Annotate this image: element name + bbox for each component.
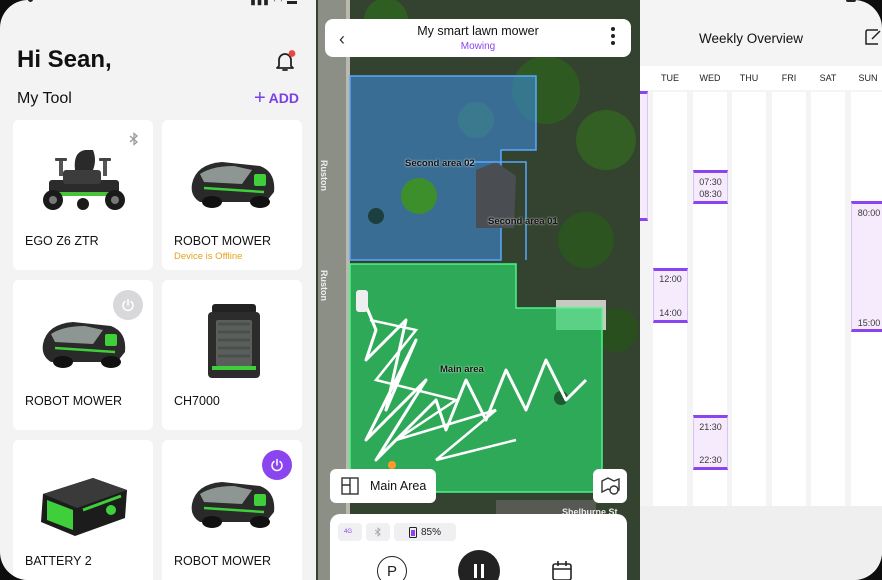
schedule-slot[interactable]: 07:30 08:30	[693, 170, 728, 204]
device-title: My smart lawn mower	[417, 24, 539, 38]
zero-turn-mower-image	[43, 150, 125, 210]
my-tools-screen: ▮▮▮ ◠ ▬ Hi Sean, My Tool + ADD EGO Z6 ZT…	[0, 0, 316, 580]
calendar-footer	[640, 506, 882, 580]
plus-icon: +	[253, 87, 266, 109]
park-button[interactable]: P	[377, 556, 407, 580]
day-label: SUN	[858, 73, 878, 83]
slot-start: 12:00	[659, 274, 682, 284]
signal-label: 4G	[344, 529, 353, 535]
section-title: My Tool	[17, 90, 72, 107]
mowing-status: Mowing	[460, 41, 496, 52]
page-title: Weekly Overview	[698, 31, 804, 46]
robot-mower-image	[191, 482, 275, 528]
status-bar-icons: ▮▮▮ ◠ ▬	[250, 0, 298, 7]
map-header: ‹ My smart lawn mower Mowing	[325, 19, 631, 57]
day-label: FRI	[781, 73, 797, 83]
notification-bell-icon[interactable]	[273, 49, 297, 73]
slot-end: 08:30	[699, 189, 722, 199]
control-panel: 4G 85% P	[330, 514, 627, 580]
more-options-icon[interactable]	[611, 27, 615, 48]
slot-end: 15:00	[857, 318, 881, 328]
zone-label: Second area 02	[405, 158, 475, 169]
schedule-button[interactable]	[548, 556, 578, 580]
tool-card-robot-mower[interactable]: ROBOT MOWER Device is Offline	[162, 120, 302, 270]
slot-end: 22:30	[699, 455, 722, 465]
robot-mower-image	[42, 322, 126, 368]
pause-icon	[474, 564, 484, 578]
add-label: ADD	[268, 90, 299, 106]
bluetooth-chip	[366, 523, 390, 541]
day-column-thu[interactable]	[732, 92, 766, 506]
charger-image	[208, 304, 260, 378]
area-selector-label: Main Area	[370, 479, 427, 493]
day-column-fri[interactable]	[772, 92, 806, 506]
slot-end: 14:00	[659, 308, 682, 318]
area-selector-button[interactable]: Main Area	[330, 469, 436, 503]
pause-button[interactable]	[458, 550, 500, 580]
battery-icon	[408, 527, 417, 538]
day-label: THU	[739, 73, 759, 83]
tool-name: ROBOT MOWER	[174, 554, 271, 568]
tool-name: ROBOT MOWER	[25, 394, 122, 408]
greeting: Hi Sean,	[17, 46, 112, 73]
schedule-slot[interactable]: 12:00 14:00	[653, 268, 688, 323]
street-label: Ruston	[319, 270, 329, 301]
battery-chip: 85%	[394, 523, 456, 541]
robot-mower-image	[191, 162, 275, 208]
status-bar-icons	[846, 0, 856, 2]
battery-image	[41, 478, 127, 536]
tool-name: EGO Z6 ZTR	[25, 234, 99, 248]
mower-map-screen: Second area 02 Second area 01 Main area …	[316, 0, 640, 580]
status-dot	[28, 0, 33, 2]
tool-card-robot-mower[interactable]: ROBOT MOWER	[13, 280, 153, 430]
tool-name: ROBOT MOWER	[174, 234, 271, 248]
edit-icon[interactable]	[864, 28, 882, 46]
signal-chip: 4G	[338, 523, 362, 541]
day-label: SAT	[819, 73, 837, 83]
tool-card-ego-z6-ztr[interactable]: EGO Z6 ZTR	[13, 120, 153, 270]
tool-card-robot-mower[interactable]: ROBOT MOWER	[162, 440, 302, 580]
day-label: TUE	[661, 73, 679, 83]
battery-level: 85%	[420, 526, 441, 538]
park-icon: P	[386, 562, 397, 580]
day-label: WED	[699, 73, 721, 83]
schedule-slot[interactable]: 21:30 22:30	[693, 415, 728, 470]
street-label: Ruston	[319, 160, 329, 191]
schedule-slot[interactable]: 80:00 15:00	[851, 201, 882, 332]
add-tool-button[interactable]: + ADD	[253, 87, 299, 109]
map-gear-icon	[601, 477, 620, 495]
slot-start: 21:30	[699, 422, 722, 432]
weekly-overview-screen: Weekly Overview TUE WED THU FRI SAT SUN …	[640, 0, 882, 580]
slot-start: 07:30	[699, 177, 722, 187]
app-screens: ▮▮▮ ◠ ▬ Hi Sean, My Tool + ADD EGO Z6 ZT…	[0, 0, 882, 580]
tool-name: BATTERY 2	[25, 554, 92, 568]
tool-card-battery[interactable]: BATTERY 2	[13, 440, 153, 580]
slot-start: 80:00	[857, 208, 881, 218]
zone-label: Main area	[440, 364, 484, 375]
tool-name: CH7000	[174, 394, 220, 408]
offline-status: Device is Offline	[174, 251, 243, 262]
schedule-slot-partial[interactable]	[640, 91, 648, 221]
calendar-icon	[552, 561, 572, 580]
bluetooth-icon	[374, 527, 381, 537]
day-column-sat[interactable]	[811, 92, 845, 506]
map-settings-button[interactable]	[593, 469, 627, 503]
area-map-icon	[341, 477, 359, 495]
tool-card-ch7000[interactable]: CH7000	[162, 280, 302, 430]
zone-label: Second area 01	[488, 216, 558, 227]
